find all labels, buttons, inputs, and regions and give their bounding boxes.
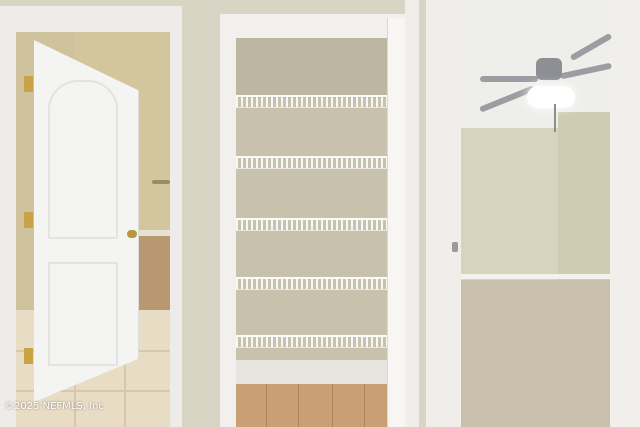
closet-shadow bbox=[236, 38, 388, 98]
wire-shelf bbox=[236, 218, 388, 231]
photo-watermark: ©2025 NEFMLS, Inc bbox=[4, 401, 104, 412]
door-frame-left bbox=[0, 6, 16, 427]
door-stop-icon bbox=[452, 242, 458, 252]
door-hinge-icon bbox=[24, 76, 33, 92]
wire-shelf bbox=[236, 95, 388, 108]
towel-bar-icon bbox=[152, 180, 170, 184]
door-panel-upper bbox=[48, 80, 118, 239]
ceiling-fan-light[interactable] bbox=[527, 86, 575, 108]
ceiling-fan-icon bbox=[480, 76, 538, 82]
wire-shelf bbox=[236, 335, 388, 348]
door-panel-lower bbox=[48, 262, 118, 366]
door-knob-icon[interactable] bbox=[127, 230, 137, 238]
wire-shelf bbox=[236, 156, 388, 169]
closet-jamb bbox=[405, 0, 419, 427]
bedroom-door-frame bbox=[426, 0, 462, 427]
closet-baseboard bbox=[236, 360, 388, 384]
door-frame-header bbox=[0, 6, 182, 32]
door-hinge-icon bbox=[24, 348, 33, 364]
door-hinge-icon bbox=[24, 212, 33, 228]
fan-pull-chain[interactable] bbox=[554, 104, 556, 132]
closet-wood-floor bbox=[236, 384, 390, 427]
bedroom-frame-edge bbox=[610, 0, 640, 427]
wire-shelf bbox=[236, 277, 388, 290]
ceiling-fan-icon bbox=[536, 58, 562, 80]
door-frame-right bbox=[170, 6, 182, 427]
